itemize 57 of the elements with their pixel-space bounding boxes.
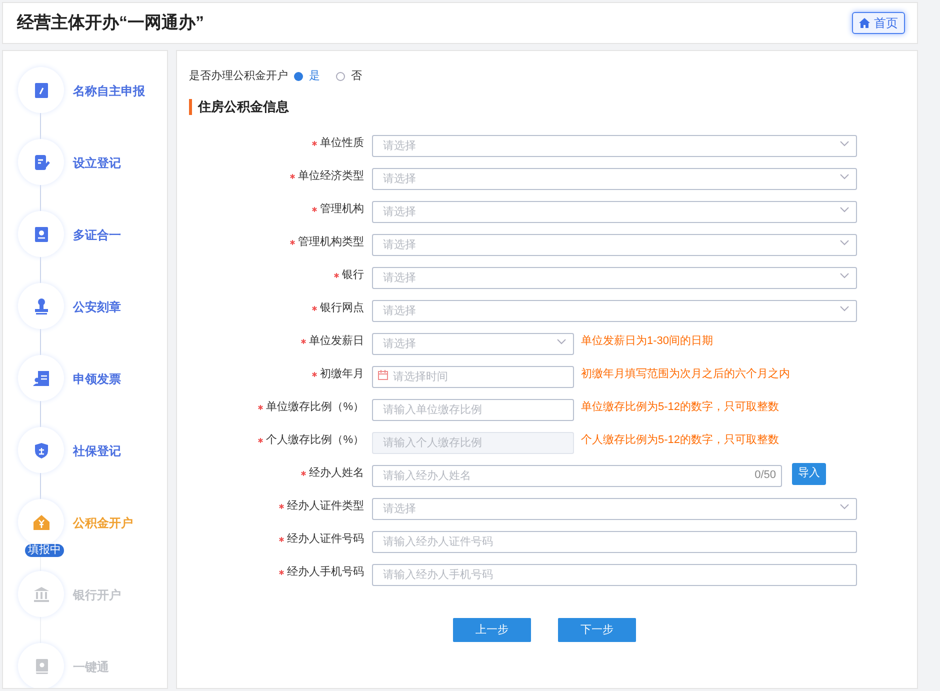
- select-field[interactable]: 请选择: [372, 266, 857, 288]
- chevron-down-icon: [840, 504, 849, 510]
- field-label: 经办人证件类型: [287, 499, 364, 514]
- home-icon: [859, 18, 870, 28]
- chevron-down-icon: [840, 174, 849, 180]
- chevron-down-icon: [840, 272, 849, 278]
- hint-text: 单位发薪日为1-30间的日期: [581, 334, 714, 350]
- select-field[interactable]: 请选择: [372, 168, 857, 190]
- chevron-down-icon: [840, 206, 849, 212]
- import-button[interactable]: 导入: [792, 462, 826, 484]
- step-label[interactable]: 多证合一: [73, 226, 121, 244]
- home-button[interactable]: 首页: [852, 12, 905, 34]
- date-field[interactable]: 请选择时间: [372, 366, 574, 388]
- step-label[interactable]: 设立登记: [73, 154, 121, 172]
- field-label: 单位发薪日: [309, 334, 364, 350]
- input-field[interactable]: 请输入经办人证件号码: [372, 530, 857, 552]
- field-label: 单位经济类型: [298, 168, 364, 184]
- select-field[interactable]: 请选择: [372, 234, 857, 256]
- select-field[interactable]: 请选择: [372, 332, 574, 354]
- field-label: 经办人证件号码: [287, 532, 364, 548]
- field-label: 银行: [342, 268, 364, 284]
- select-field[interactable]: 请选择: [372, 300, 857, 322]
- step-button[interactable]: 下一步: [558, 618, 636, 642]
- field-label: 个人缴存比例（%）: [266, 433, 364, 448]
- question-label: 是否办理公积金开户: [189, 68, 288, 84]
- chevron-down-icon: [840, 306, 849, 312]
- field-label: 经办人姓名: [309, 466, 364, 482]
- field-label: 经办人手机号码: [287, 565, 364, 580]
- status-badge: 填报中: [25, 544, 64, 557]
- step-label[interactable]: 公积金开户: [73, 514, 133, 532]
- page-title: 经营主体开办“一网通办”: [17, 12, 204, 34]
- section-title: 住房公积金信息: [189, 99, 917, 115]
- field-label: 管理机构: [320, 202, 364, 218]
- field-label: 初缴年月: [320, 366, 364, 382]
- select-field[interactable]: 请选择: [372, 134, 857, 156]
- hint-text: 单位缴存比例为5-12的数字，只可取整数: [581, 400, 780, 416]
- chevron-down-icon: [840, 240, 849, 246]
- calendar-icon: [378, 370, 388, 380]
- hint-text: 个人缴存比例为5-12的数字，只可取整数: [581, 432, 780, 448]
- step-button[interactable]: 上一步: [453, 618, 531, 642]
- field-label: 管理机构类型: [298, 235, 364, 250]
- step-label[interactable]: 名称自主申报: [73, 82, 145, 100]
- radio-option[interactable]: 是: [294, 68, 320, 84]
- field-label: 银行网点: [320, 300, 364, 316]
- step-label[interactable]: 申领发票: [73, 370, 121, 388]
- hint-text: 初缴年月填写范围为次月之后的六个月之内: [581, 366, 790, 382]
- chevron-down-icon: [557, 338, 566, 344]
- radio-option[interactable]: 否: [336, 68, 362, 84]
- input-field[interactable]: 请输入经办人手机号码: [372, 564, 857, 586]
- field-label: 单位缴存比例（%）: [266, 400, 364, 416]
- input-field[interactable]: 请输入单位缴存比例: [372, 398, 574, 420]
- chevron-down-icon: [840, 140, 849, 146]
- field-label: 单位性质: [320, 136, 364, 152]
- step-label[interactable]: 社保登记: [73, 442, 121, 460]
- select-field[interactable]: 请选择: [372, 498, 857, 520]
- step-label[interactable]: 公安刻章: [73, 298, 121, 316]
- select-field[interactable]: 请选择: [372, 200, 857, 222]
